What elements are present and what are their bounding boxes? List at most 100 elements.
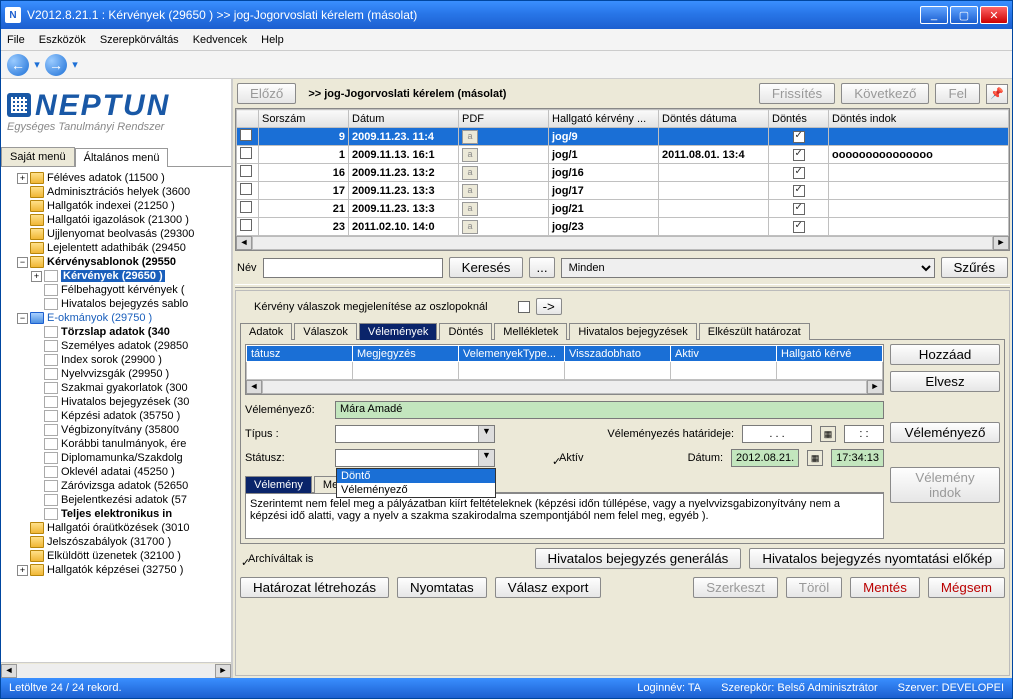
tree-expander[interactable]: − (17, 257, 28, 268)
pdf-icon[interactable]: a (462, 202, 478, 216)
detail-tab[interactable]: Adatok (240, 323, 292, 340)
grid-header[interactable]: PDF (459, 110, 549, 128)
row-checkbox[interactable] (240, 147, 252, 159)
detail-tab[interactable]: Vélemények (359, 323, 438, 340)
tipus-combo[interactable]: ▼ (335, 425, 495, 443)
hb-generalas-button[interactable]: Hivatalos bejegyzés generálás (535, 548, 742, 569)
tree-node[interactable]: Korábbi tanulmányok, ére (3, 437, 229, 451)
tree-node[interactable]: Hivatalos bejegyzések (30 (3, 395, 229, 409)
detail-tab[interactable]: Mellékletek (494, 323, 567, 340)
menu-favorites[interactable]: Kedvencek (193, 34, 247, 46)
minimize-button[interactable]: _ (920, 6, 948, 24)
detail-tab[interactable]: Válaszok (294, 323, 357, 340)
mentes-button[interactable]: Mentés (850, 577, 920, 598)
tree-label[interactable]: Lejelentett adathibák (29450 (47, 242, 186, 254)
nav-forward-dropdown[interactable]: ▾ (69, 58, 81, 71)
menu-tools[interactable]: Eszközök (39, 34, 86, 46)
row-checkbox[interactable] (240, 201, 252, 213)
pdf-icon[interactable]: a (462, 130, 478, 144)
menu-help[interactable]: Help (261, 34, 284, 46)
tree-node[interactable]: Oklevél adatai (45250 ) (3, 465, 229, 479)
tree-label[interactable]: Bejelentkezési adatok (57 (61, 494, 187, 506)
tree-node[interactable]: Szakmai gyakorlatok (300 (3, 381, 229, 395)
close-button[interactable]: ✕ (980, 6, 1008, 24)
grid-header[interactable]: Sorszám (259, 110, 349, 128)
tree-label[interactable]: Hallgatók indexei (21250 ) (47, 200, 175, 212)
search-more-button[interactable]: ... (529, 257, 554, 278)
pdf-icon[interactable]: a (462, 184, 478, 198)
detail-tab[interactable]: Elkészült határozat (699, 323, 810, 340)
droplist-item-velemenyezo[interactable]: Véleményező (337, 483, 495, 497)
tree-label[interactable]: Hallgatók képzései (32750 ) (47, 564, 183, 576)
remove-button[interactable]: Elvesz (890, 371, 1000, 392)
dontes-check[interactable] (793, 221, 805, 233)
tree-label[interactable]: Adminisztrációs helyek (3600 (47, 186, 190, 198)
row-checkbox[interactable] (240, 183, 252, 195)
tree-node[interactable]: Jelszószabályok (31700 ) (3, 535, 229, 549)
filter-button[interactable]: Szűrés (941, 257, 1008, 278)
tree-label[interactable]: Hallgatói óraütközések (3010 (47, 522, 189, 534)
tree-node[interactable]: Ujjlenyomat beolvasás (29300 (3, 227, 229, 241)
tree-label[interactable]: Diplomamunka/Szakdolg (61, 452, 183, 464)
nyomtatas-button[interactable]: Nyomtatas (397, 577, 487, 598)
velemenyezo-field[interactable]: Mára Amadé (335, 401, 884, 419)
tree-node[interactable]: +Féléves adatok (11500 ) (3, 171, 229, 185)
tree-label[interactable]: Félbehagyott kérvények ( (61, 284, 185, 296)
inner-grid-header[interactable]: Aktiv (671, 346, 777, 362)
tree-label[interactable]: Jelszószabályok (31700 ) (47, 536, 171, 548)
tree-label[interactable]: Elküldött üzenetek (32100 ) (47, 550, 181, 562)
tree-label[interactable]: Kérvények (29650 ) (61, 270, 165, 282)
tree-expander[interactable]: + (17, 173, 28, 184)
nav-back-dropdown[interactable]: ▾ (31, 58, 43, 71)
detail-tab[interactable]: Hivatalos bejegyzések (569, 323, 696, 340)
next-button[interactable]: Következő (841, 83, 929, 104)
tree-node[interactable]: + Hallgatók képzései (32750 ) (3, 563, 229, 577)
tree-node[interactable]: Hallgatói igazolások (21300 ) (3, 213, 229, 227)
grid-header[interactable]: Döntés (769, 110, 829, 128)
row-checkbox[interactable] (240, 165, 252, 177)
tree-label[interactable]: Ujjlenyomat beolvasás (29300 (47, 228, 194, 240)
tree-hscroll[interactable]: ◄► (1, 662, 231, 678)
datum-date[interactable]: 2012.08.21. (731, 449, 799, 467)
tree-node[interactable]: + Kérvények (29650 ) (3, 269, 229, 283)
inner-grid-header[interactable]: Hallgató kérvé (777, 346, 883, 362)
grid-row[interactable]: 172009.11.23. 13:3ajog/17 (237, 182, 1009, 200)
tree-node[interactable]: Végbizonyítvány (35800 (3, 423, 229, 437)
tree-node[interactable]: Diplomamunka/Szakdolg (3, 451, 229, 465)
opinion-tab[interactable]: Vélemény (245, 476, 312, 493)
opinion-grid[interactable]: tátuszMegjegyzésVelemenyekType...Visszad… (245, 344, 884, 395)
inner-grid-header[interactable]: tátusz (247, 346, 353, 362)
tree-node[interactable]: −E-okmányok (29750 ) (3, 311, 229, 325)
tree-label[interactable]: Szakmai gyakorlatok (300 (61, 382, 188, 394)
menu-file[interactable]: File (7, 34, 25, 46)
grid-header[interactable]: Döntés indok (829, 110, 1009, 128)
grid-header[interactable]: Hallgató kérvény ... (549, 110, 659, 128)
tree-label[interactable]: Hivatalos bejegyzések (30 (61, 396, 189, 408)
statusz-droplist[interactable]: Döntő Véleményező (336, 468, 496, 498)
tree-label[interactable]: Nyelvvizsgák (29950 ) (61, 368, 169, 380)
pdf-icon[interactable]: a (462, 148, 478, 162)
tree-node[interactable]: Nyelvvizsgák (29950 ) (3, 367, 229, 381)
tree-expander[interactable]: + (17, 565, 28, 576)
tree-node[interactable]: Személyes adatok (29850 (3, 339, 229, 353)
grid-row[interactable]: 12009.11.13. 16:1ajog/12011.08.01. 13:4o… (237, 146, 1009, 164)
tree-label[interactable]: Korábbi tanulmányok, ére (61, 438, 186, 450)
statusz-combo[interactable]: ▼ Döntő Véleményező (335, 449, 495, 467)
dontes-check[interactable] (793, 185, 805, 197)
refresh-button[interactable]: Frissítés (759, 83, 835, 104)
dontes-check[interactable] (793, 203, 805, 215)
tree-label[interactable]: Záróvizsga adatok (52650 (61, 480, 188, 492)
add-button[interactable]: Hozzáad (890, 344, 1000, 365)
tree-expander[interactable]: + (31, 271, 42, 282)
row-checkbox[interactable] (240, 129, 252, 141)
grid-header[interactable]: Döntés dátuma (659, 110, 769, 128)
tree-label[interactable]: Személyes adatok (29850 (61, 340, 188, 352)
valasz-export-button[interactable]: Válasz export (495, 577, 602, 598)
inner-grid-header[interactable]: Megjegyzés (353, 346, 459, 362)
tree-node[interactable]: Lejelentett adathibák (29450 (3, 241, 229, 255)
grid-header[interactable]: Dátum (349, 110, 459, 128)
tree-label[interactable]: Hivatalos bejegyzés sablo (61, 298, 188, 310)
nav-tree[interactable]: +Féléves adatok (11500 )Adminisztrációs … (1, 167, 231, 662)
pdf-icon[interactable]: a (462, 220, 478, 234)
tree-label[interactable]: Képzési adatok (35750 ) (61, 410, 180, 422)
